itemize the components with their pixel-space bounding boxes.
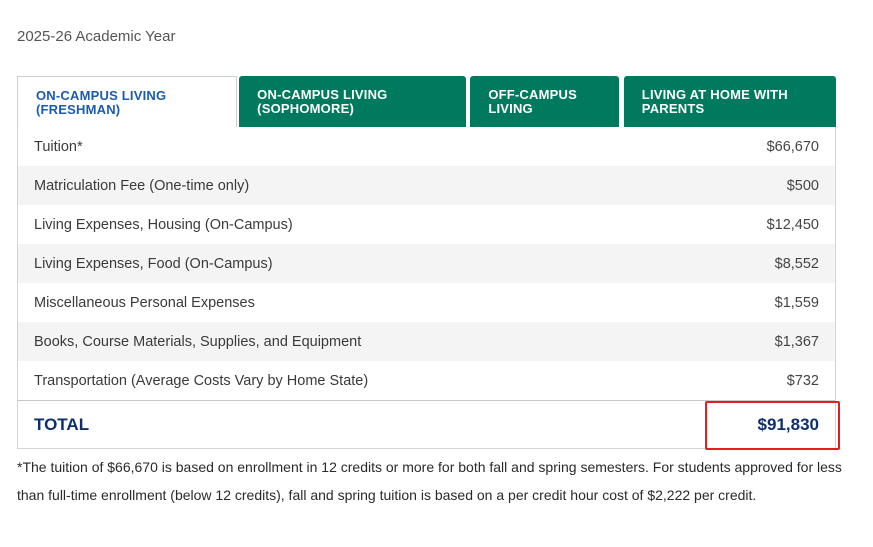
tuition-footnote: *The tuition of $66,670 is based on enro… xyxy=(17,459,842,503)
row-label: Living Expenses, Housing (On-Campus) xyxy=(34,216,293,233)
row-label: Living Expenses, Food (On-Campus) xyxy=(34,255,273,272)
row-amount: $8,552 xyxy=(774,255,819,272)
row-label: Tuition* xyxy=(34,138,83,155)
tab-living-at-home[interactable]: LIVING AT HOME WITH PARENTS xyxy=(623,76,836,127)
table-row: Miscellaneous Personal Expenses $1,559 xyxy=(18,283,835,322)
tab-on-campus-sophomore[interactable]: ON-CAMPUS LIVING (SOPHOMORE) xyxy=(239,76,467,127)
row-amount: $66,670 xyxy=(766,138,819,155)
table-row: Books, Course Materials, Supplies, and E… xyxy=(18,322,835,361)
row-amount: $1,559 xyxy=(774,294,819,311)
cost-tabs: ON-CAMPUS LIVING (FRESHMAN) ON-CAMPUS LI… xyxy=(17,76,836,127)
row-label: Transportation (Average Costs Vary by Ho… xyxy=(34,372,369,389)
table-row: Living Expenses, Food (On-Campus) $8,552 xyxy=(18,244,835,283)
row-amount: $500 xyxy=(786,177,819,194)
row-amount: $732 xyxy=(786,372,819,389)
cost-rows: Tuition* $66,670 Matriculation Fee (One-… xyxy=(18,127,835,400)
row-label: Miscellaneous Personal Expenses xyxy=(34,294,255,311)
table-row: Tuition* $66,670 xyxy=(18,127,835,166)
total-highlight-box xyxy=(705,401,840,450)
row-label: Matriculation Fee (One-time only) xyxy=(34,177,250,194)
table-row: Living Expenses, Housing (On-Campus) $12… xyxy=(18,205,835,244)
tab-on-campus-freshman[interactable]: ON-CAMPUS LIVING (FRESHMAN) xyxy=(17,76,238,127)
academic-year-label: 2025-26 Academic Year xyxy=(17,28,176,45)
row-amount: $12,450 xyxy=(766,216,819,233)
table-row: Matriculation Fee (One-time only) $500 xyxy=(18,166,835,205)
row-label: Books, Course Materials, Supplies, and E… xyxy=(34,333,362,350)
table-row: Transportation (Average Costs Vary by Ho… xyxy=(18,361,835,400)
total-label: TOTAL xyxy=(34,414,90,434)
tab-off-campus[interactable]: OFF-CAMPUS LIVING xyxy=(470,76,619,127)
row-amount: $1,367 xyxy=(774,333,819,350)
